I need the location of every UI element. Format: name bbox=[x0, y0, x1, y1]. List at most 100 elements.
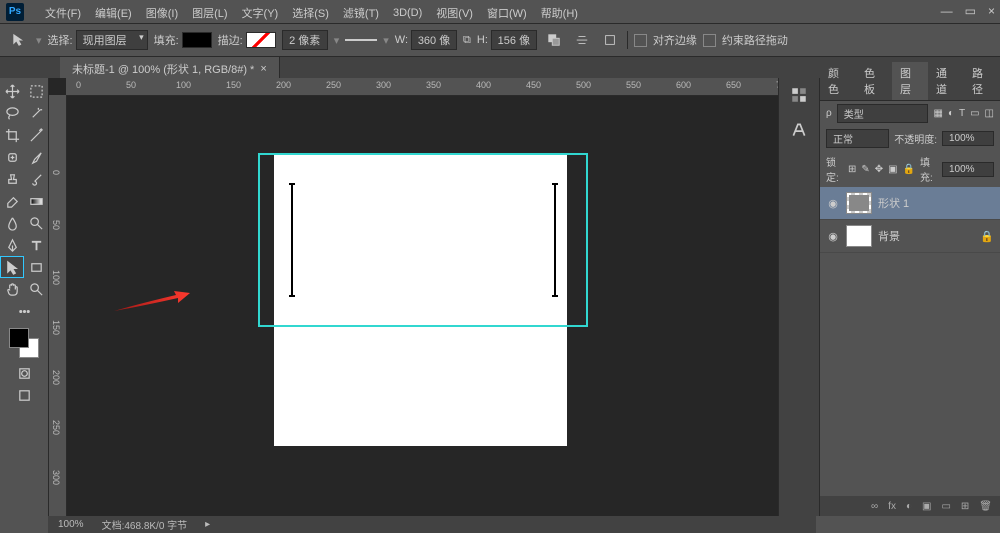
layer-fx-icon[interactable]: fx bbox=[888, 501, 896, 512]
group-icon[interactable]: ▭ bbox=[941, 501, 950, 512]
menu-3d[interactable]: 3D(D) bbox=[386, 7, 429, 19]
opacity-label: 不透明度: bbox=[894, 131, 937, 146]
history-brush-tool[interactable] bbox=[24, 168, 48, 190]
layer-row-shape1[interactable]: ◉ 形状 1 bbox=[820, 187, 1000, 220]
adjustment-layer-icon[interactable]: ▣ bbox=[922, 501, 931, 512]
visibility-icon[interactable]: ◉ bbox=[826, 230, 840, 243]
lock-transparency-icon[interactable]: ⊞ bbox=[848, 164, 856, 175]
stroke-swatch[interactable] bbox=[246, 32, 276, 48]
delete-layer-icon[interactable]: 🗑 bbox=[979, 501, 992, 512]
eyedropper-tool[interactable] bbox=[24, 124, 48, 146]
gradient-tool[interactable] bbox=[24, 190, 48, 212]
layer-row-background[interactable]: ◉ 背景 🔒 bbox=[820, 220, 1000, 253]
antialias-checkbox[interactable] bbox=[634, 34, 647, 47]
magic-wand-tool[interactable] bbox=[24, 102, 48, 124]
fill-opacity-input[interactable]: 100% bbox=[942, 162, 994, 177]
layers-panel: ρ 类型 ▦ ◐ T ▭ ◫ 正常 不透明度: 100% 锁定: ⊞ ✎ ✥ ▣… bbox=[820, 100, 1000, 496]
canvas-area[interactable]: 0501001502002503003504004505005506006507… bbox=[49, 78, 778, 516]
path-selection-tool-icon[interactable] bbox=[8, 30, 30, 50]
menu-edit[interactable]: 编辑(E) bbox=[88, 5, 139, 21]
height-input[interactable]: 156 像 bbox=[491, 30, 537, 50]
filter-smart-icon[interactable]: ◫ bbox=[985, 108, 994, 119]
layer-name[interactable]: 形状 1 bbox=[878, 195, 909, 211]
menu-layer[interactable]: 图层(L) bbox=[185, 5, 234, 21]
selection-bounds[interactable] bbox=[258, 153, 588, 327]
tab-channels[interactable]: 通道 bbox=[928, 62, 964, 100]
tab-color[interactable]: 颜色 bbox=[820, 62, 856, 100]
stroke-width-input[interactable]: 2 像素 bbox=[282, 30, 328, 50]
hand-tool[interactable] bbox=[0, 278, 24, 300]
shape-path-left[interactable] bbox=[291, 183, 293, 297]
stroke-style-icon[interactable] bbox=[345, 39, 377, 41]
menu-image[interactable]: 图像(I) bbox=[139, 5, 185, 21]
brush-tool[interactable] bbox=[24, 146, 48, 168]
layer-name[interactable]: 背景 bbox=[878, 228, 900, 244]
path-arrangement-icon[interactable] bbox=[599, 30, 621, 50]
link-layers-icon[interactable]: ∞ bbox=[871, 501, 878, 512]
tab-layers[interactable]: 图层 bbox=[892, 62, 928, 100]
menu-window[interactable]: 窗口(W) bbox=[480, 5, 534, 21]
maximize-icon[interactable]: ▭ bbox=[965, 4, 976, 18]
filter-shape-icon[interactable]: ▭ bbox=[970, 108, 979, 119]
lock-all-icon[interactable]: 🔒 bbox=[903, 164, 915, 175]
collapsed-panels bbox=[778, 78, 819, 516]
blur-tool[interactable] bbox=[0, 212, 24, 234]
quick-mask-icon[interactable] bbox=[12, 362, 36, 384]
filter-type-icon[interactable]: T bbox=[959, 108, 965, 119]
close-icon[interactable]: × bbox=[988, 4, 995, 18]
move-tool[interactable] bbox=[0, 80, 24, 102]
eraser-tool[interactable] bbox=[0, 190, 24, 212]
path-operations-icon[interactable] bbox=[543, 30, 565, 50]
visibility-icon[interactable]: ◉ bbox=[826, 197, 840, 210]
zoom-tool[interactable] bbox=[24, 278, 48, 300]
lasso-tool[interactable] bbox=[0, 102, 24, 124]
blend-mode-dropdown[interactable]: 正常 bbox=[826, 129, 889, 148]
new-layer-icon[interactable]: ⊞ bbox=[961, 501, 969, 512]
pen-tool[interactable] bbox=[0, 234, 24, 256]
menu-view[interactable]: 视图(V) bbox=[429, 5, 480, 21]
minimize-icon[interactable]: — bbox=[941, 4, 953, 18]
link-wh-icon[interactable]: ⧉ bbox=[463, 34, 471, 47]
path-selection-tool[interactable] bbox=[0, 256, 24, 278]
layer-mask-icon[interactable]: ◐ bbox=[906, 501, 912, 512]
tab-close-icon[interactable]: × bbox=[260, 63, 266, 75]
type-tool[interactable] bbox=[24, 234, 48, 256]
tab-swatches[interactable]: 色板 bbox=[856, 62, 892, 100]
menu-help[interactable]: 帮助(H) bbox=[534, 5, 585, 21]
crop-tool[interactable] bbox=[0, 124, 24, 146]
stamp-tool[interactable] bbox=[0, 168, 24, 190]
menu-filter[interactable]: 滤镜(T) bbox=[336, 5, 386, 21]
menu-file[interactable]: 文件(F) bbox=[38, 5, 88, 21]
layer-thumbnail[interactable] bbox=[846, 225, 872, 247]
width-input[interactable]: 360 像 bbox=[411, 30, 457, 50]
color-picker[interactable] bbox=[9, 328, 39, 358]
lock-pixels-icon[interactable]: ✎ bbox=[861, 164, 869, 175]
tab-paths[interactable]: 路径 bbox=[964, 62, 1000, 100]
doc-info[interactable]: 文档:468.8K/0 字节 bbox=[102, 517, 188, 532]
opacity-input[interactable]: 100% bbox=[942, 131, 994, 146]
menu-type[interactable]: 文字(Y) bbox=[235, 5, 286, 21]
layer-kind-dropdown[interactable]: 类型 bbox=[837, 104, 929, 123]
marquee-tool[interactable] bbox=[24, 80, 48, 102]
rectangle-tool[interactable] bbox=[24, 256, 48, 278]
edit-toolbar[interactable] bbox=[12, 300, 36, 322]
select-dropdown[interactable]: 现用图层 bbox=[76, 30, 148, 50]
healing-tool[interactable] bbox=[0, 146, 24, 168]
layers-panel-footer: ∞ fx ◐ ▣ ▭ ⊞ 🗑 bbox=[820, 496, 1000, 516]
menu-select[interactable]: 选择(S) bbox=[285, 5, 336, 21]
fill-swatch[interactable] bbox=[182, 32, 212, 48]
filter-pixel-icon[interactable]: ▦ bbox=[933, 108, 942, 119]
filter-adjust-icon[interactable]: ◐ bbox=[948, 108, 954, 119]
lock-artboard-icon[interactable]: ▣ bbox=[888, 164, 897, 175]
path-alignment-icon[interactable] bbox=[571, 30, 593, 50]
layer-thumbnail[interactable] bbox=[846, 192, 872, 214]
document-tab[interactable]: 未标题-1 @ 100% (形状 1, RGB/8#) * × bbox=[60, 57, 280, 80]
shape-path-right[interactable] bbox=[554, 183, 556, 297]
history-panel-icon[interactable] bbox=[790, 86, 808, 107]
constrain-checkbox[interactable] bbox=[703, 34, 716, 47]
zoom-level[interactable]: 100% bbox=[58, 519, 84, 530]
character-panel-icon[interactable] bbox=[790, 121, 808, 142]
screen-mode-icon[interactable] bbox=[12, 384, 36, 406]
dodge-tool[interactable] bbox=[24, 212, 48, 234]
lock-position-icon[interactable]: ✥ bbox=[875, 164, 883, 175]
